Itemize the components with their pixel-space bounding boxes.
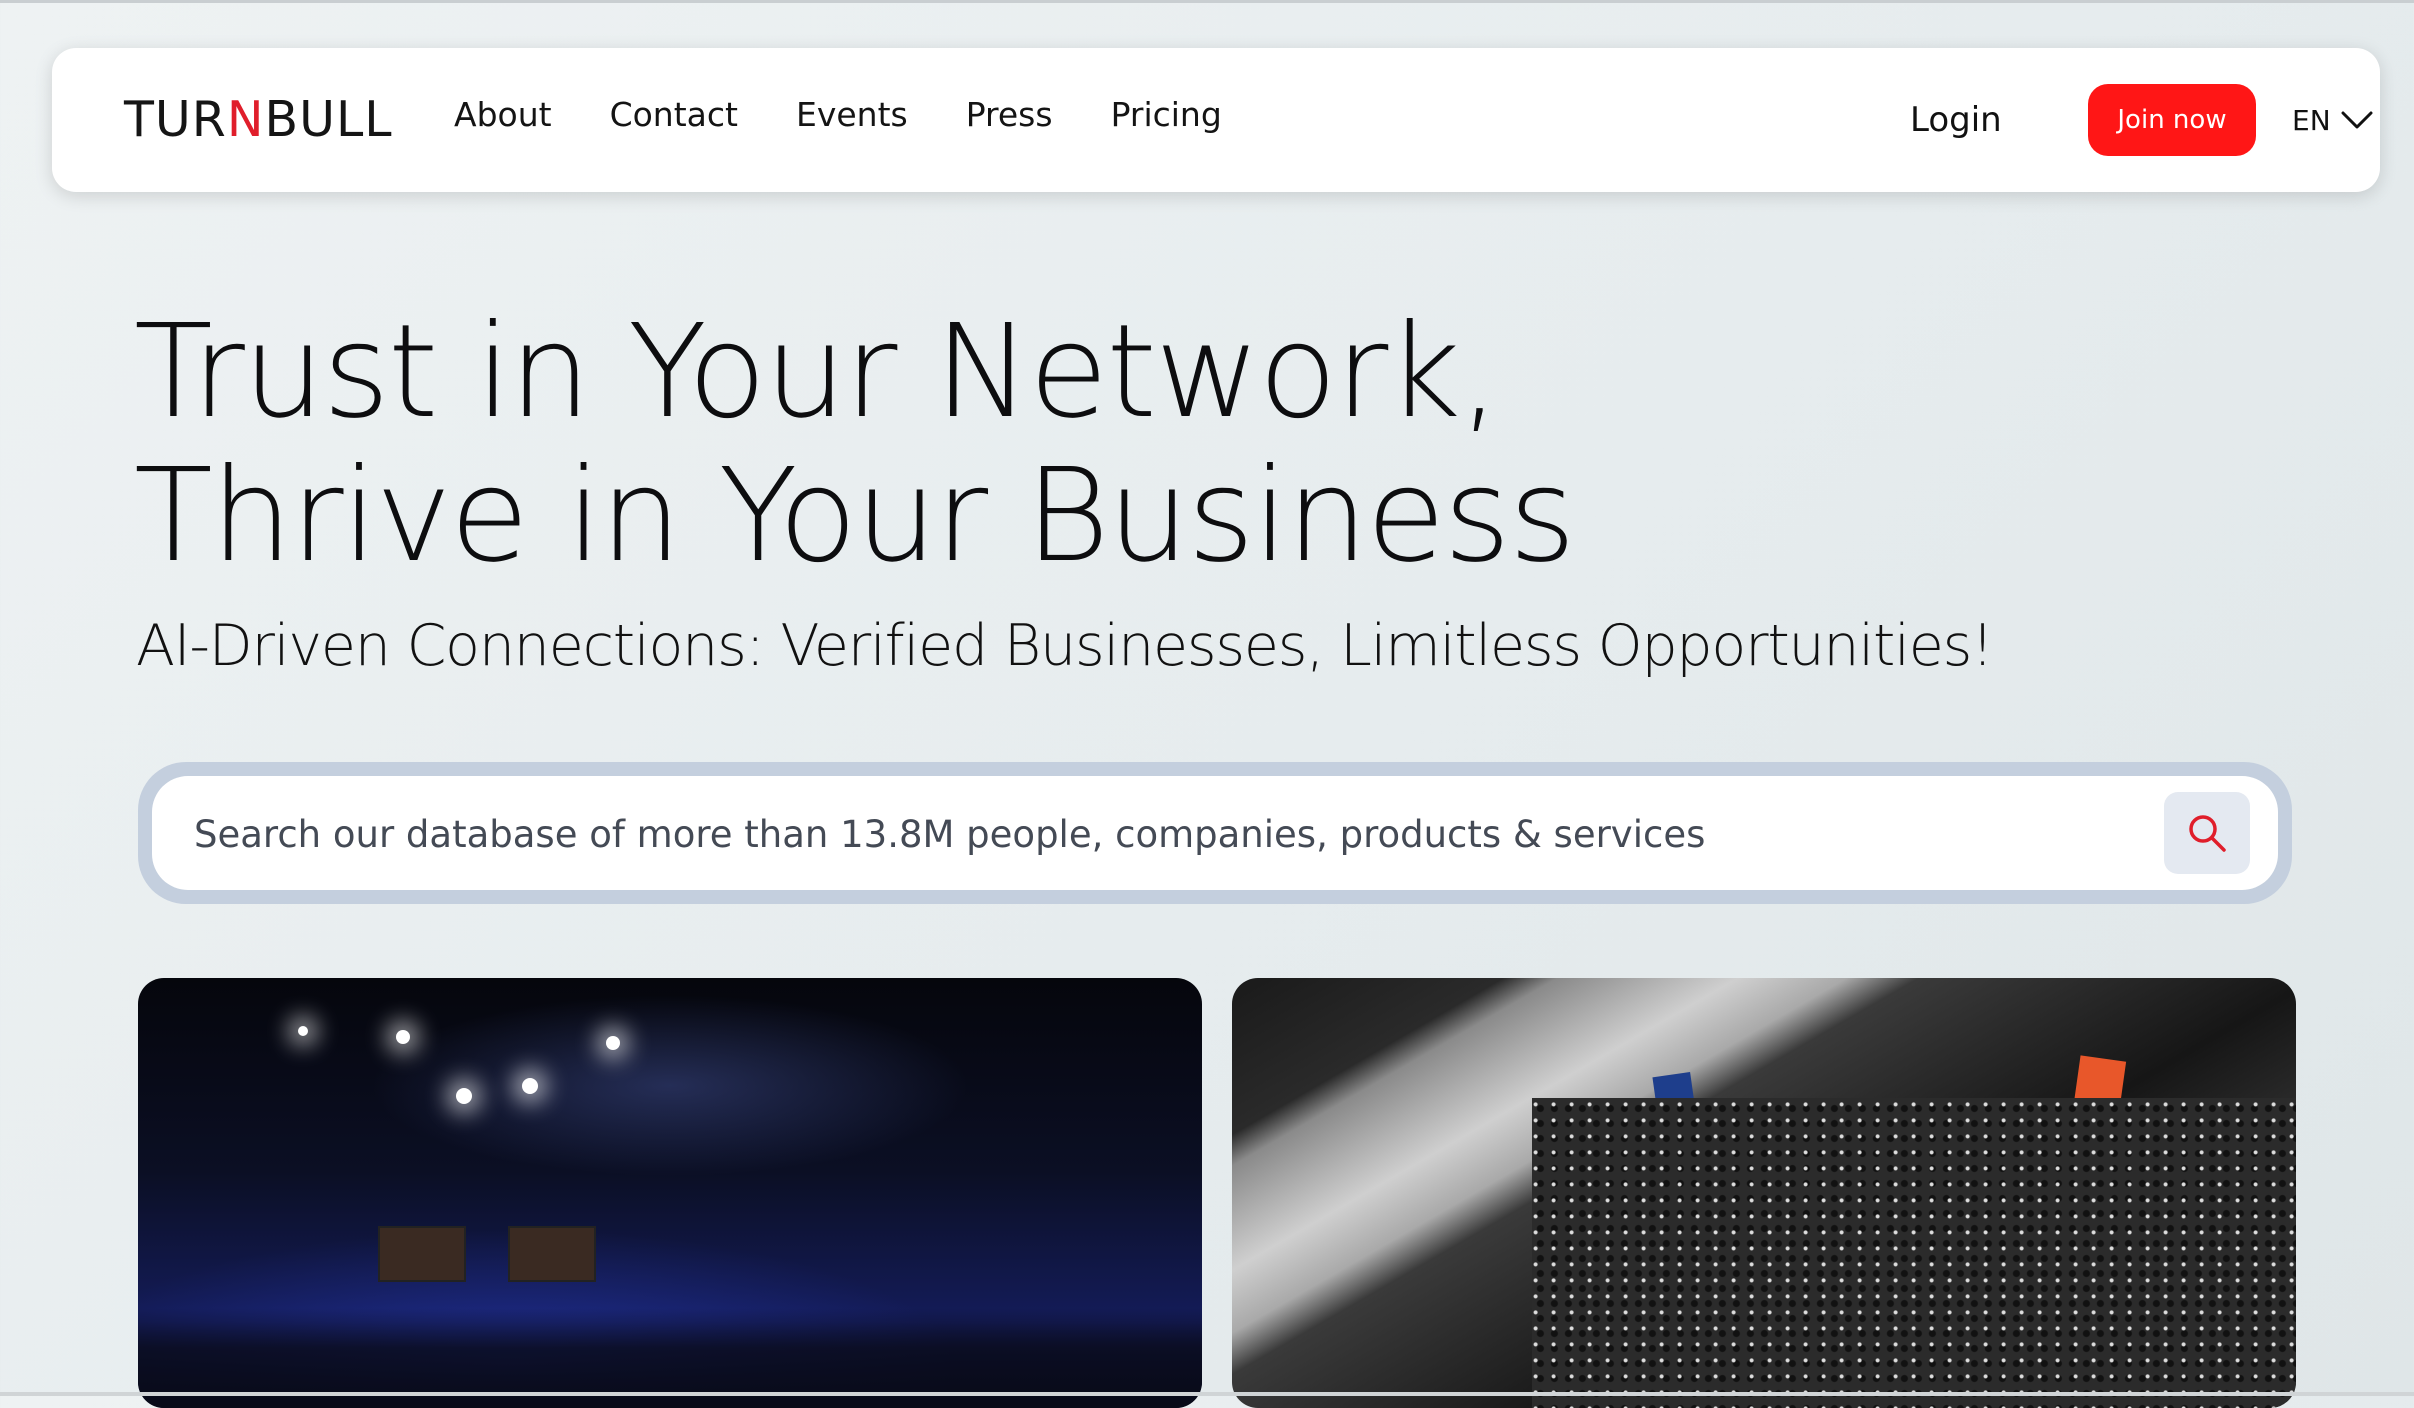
stage-light <box>396 1030 410 1044</box>
stage-light <box>522 1078 538 1094</box>
logo-text-suffix: BULL <box>264 91 393 148</box>
search-icon <box>2189 815 2226 852</box>
nav-link-contact[interactable]: Contact <box>610 95 738 134</box>
search-button[interactable] <box>2164 792 2250 874</box>
turnbull-logo[interactable]: TURNBULL <box>124 92 393 148</box>
hero-subtitle: AI-Driven Connections: Verified Business… <box>136 613 1994 679</box>
event-photo-conference-stage <box>138 978 1202 1408</box>
nav-link-events[interactable]: Events <box>796 95 908 134</box>
hero-title-line-1: Trust in Your Network, <box>134 297 1500 447</box>
search-bar-inner <box>152 776 2278 892</box>
nav-link-about[interactable]: About <box>454 95 552 134</box>
event-photo-expo-crowd <box>1232 978 2296 1408</box>
search-bar <box>138 762 2292 904</box>
stage-light <box>606 1036 620 1050</box>
nav-link-press[interactable]: Press <box>966 95 1053 134</box>
join-now-button[interactable]: Join now <box>2088 84 2256 156</box>
crowd-area <box>1532 1098 2296 1408</box>
hero-title-line-2: Thrive in Your Business <box>134 441 1576 591</box>
chevron-down-icon <box>2341 111 2373 129</box>
language-label: EN <box>2292 103 2331 137</box>
logo-text-prefix: TUR <box>124 91 227 148</box>
nav-link-pricing[interactable]: Pricing <box>1111 95 1222 134</box>
language-selector[interactable]: EN <box>2292 96 2373 144</box>
stage-screen <box>508 1226 596 1282</box>
hero-title: Trust in Your Network, Thrive in Your Bu… <box>134 297 1576 591</box>
window-top-border <box>0 0 2414 3</box>
stage-screen <box>378 1226 466 1282</box>
main-nav: About Contact Events Press Pricing <box>454 48 1280 192</box>
login-link[interactable]: Login <box>1910 96 2002 144</box>
viewport-bottom-edge <box>0 1392 2414 1396</box>
top-navigation-bar: TURNBULL About Contact Events Press Pric… <box>52 48 2380 192</box>
search-input[interactable] <box>192 776 2176 892</box>
logo-text-accent: N <box>226 91 265 148</box>
stage-light <box>298 1026 308 1036</box>
stage-light <box>456 1088 472 1104</box>
